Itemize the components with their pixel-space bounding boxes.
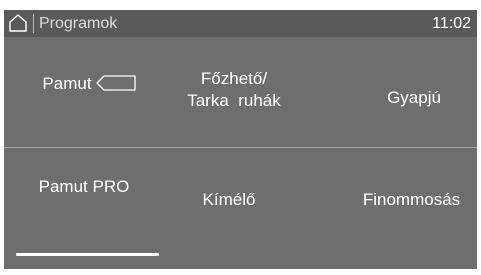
program-tile-fozheto-tarka[interactable]: Főzhető/ Tarka ruhák xyxy=(159,68,309,112)
program-label-finommosas: Finommosás xyxy=(362,190,461,209)
display-screen: Programok 11:02 Pamut Főzhető/ Tarka ruh… xyxy=(0,0,481,275)
row-divider xyxy=(4,147,477,148)
program-label-kimelo: Kímélő xyxy=(202,190,256,209)
program-label-gyapju: Gyapjú xyxy=(387,88,441,107)
program-panel: Programok 11:02 Pamut Főzhető/ Tarka ruh… xyxy=(4,10,477,269)
program-tile-pamut[interactable]: Pamut xyxy=(34,73,144,95)
page-title: Programok xyxy=(39,15,118,32)
program-label-pamut-pro: Pamut PRO xyxy=(38,177,130,196)
program-label-fozheto-line1: Főzhető/ xyxy=(200,69,268,88)
page-indicator xyxy=(16,253,159,256)
program-tile-kimelo[interactable]: Kímélő xyxy=(179,189,279,211)
header-separator xyxy=(33,14,34,33)
program-tile-gyapju[interactable]: Gyapjú xyxy=(364,87,464,109)
home-icon[interactable] xyxy=(8,13,28,33)
clock-time: 11:02 xyxy=(432,15,471,32)
header-bar: Programok 11:02 xyxy=(4,10,477,37)
program-label-pamut: Pamut xyxy=(42,74,92,93)
tag-outline-icon xyxy=(95,75,136,91)
program-tile-pamut-pro[interactable]: Pamut PRO xyxy=(29,176,139,198)
program-tile-finommosas[interactable]: Finommosás xyxy=(349,189,474,211)
program-label-fozheto-line2: Tarka ruhák xyxy=(187,91,281,110)
